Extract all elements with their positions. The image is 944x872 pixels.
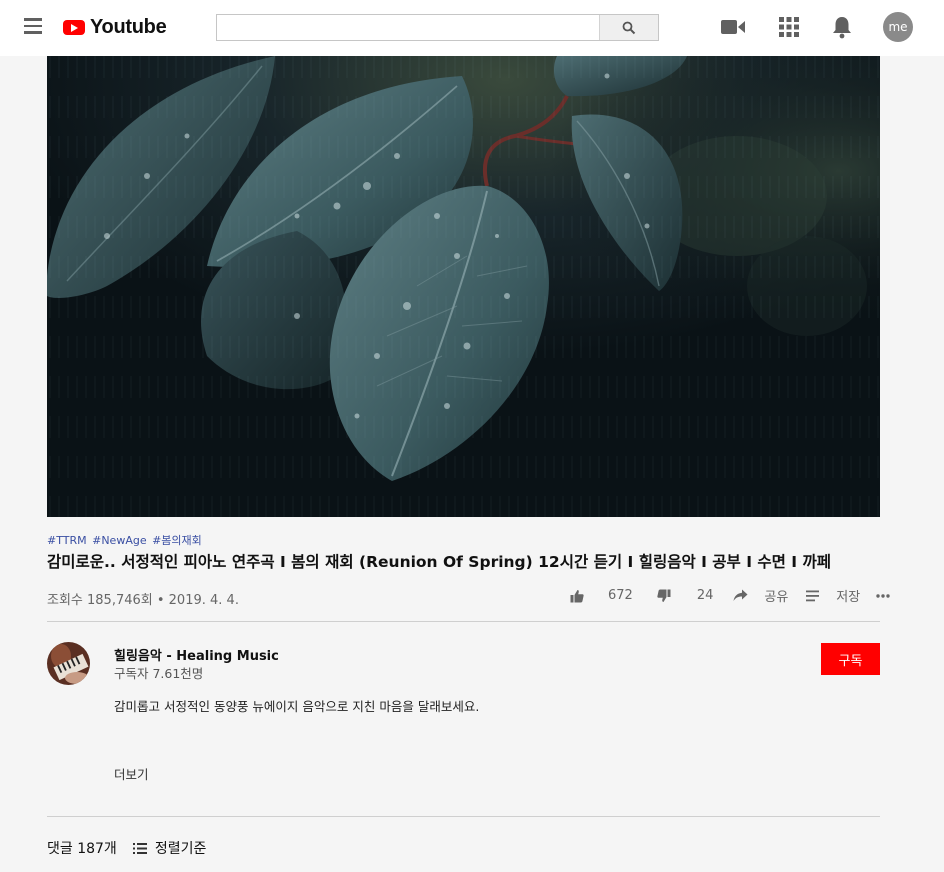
bell-icon[interactable] [829, 15, 855, 39]
like-button[interactable]: 672 [570, 588, 633, 603]
subscribe-label: 구독 [838, 653, 863, 669]
video-camera-icon[interactable] [720, 15, 746, 39]
search-input[interactable] [217, 15, 599, 40]
sort-comments-button[interactable]: 정렬기준 [132, 838, 207, 858]
save-label: 저장 [836, 590, 861, 605]
video-player[interactable] [47, 56, 880, 517]
sort-icon [132, 842, 147, 854]
logo-text: Youtube [90, 16, 167, 38]
show-more-button[interactable]: 더보기 [114, 764, 149, 783]
share-arrow-icon [733, 589, 748, 601]
info-divider [47, 621, 880, 622]
channel-name[interactable]: 힐링음악 - Healing Music [114, 645, 279, 664]
menu-icon[interactable] [24, 18, 42, 34]
video-description: 감미롭고 서정적인 동양풍 뉴에이지 음악으로 지친 마음을 달래보세요. [114, 699, 480, 714]
subscribe-button[interactable]: 구독 [821, 643, 880, 675]
save-button[interactable]: 저장 [806, 586, 860, 605]
hashtag-link[interactable]: #TTRM [47, 534, 87, 547]
dislike-button[interactable]: 24 [657, 588, 714, 603]
youtube-play-icon [63, 20, 85, 35]
dislike-count: 24 [696, 588, 714, 603]
search-bar [216, 14, 659, 41]
hashtag-list: #TTRM #NewAge #봄의재회 [47, 532, 204, 548]
video-thumbnail [47, 56, 880, 517]
sort-label: 정렬기준 [154, 841, 207, 857]
subscriber-count: 구독자 7.61천명 [114, 666, 204, 681]
video-meta: 조회수 185,746회 • 2019. 4. 4. [47, 593, 239, 608]
more-horizontal-icon [876, 593, 890, 598]
video-title: 감미로운.. 서정적인 피아노 연주곡 I 봄의 재회 (Reunion Of … [47, 553, 831, 571]
video-actions: 672 24 공유 저장 [570, 586, 902, 605]
share-label: 공유 [764, 590, 789, 605]
more-actions-button[interactable] [876, 593, 902, 598]
channel-avatar[interactable] [47, 642, 90, 685]
top-bar: Youtube me [0, 0, 944, 56]
thumbs-down-icon [657, 589, 671, 602]
youtube-logo[interactable]: Youtube [63, 16, 167, 39]
share-button[interactable]: 공유 [733, 586, 788, 605]
user-avatar[interactable]: me [883, 12, 913, 42]
search-button[interactable] [599, 15, 658, 40]
comments-header: 댓글 187개 정렬기준 [47, 838, 206, 858]
thumbs-up-icon [570, 589, 584, 602]
apps-grid-icon[interactable] [776, 15, 802, 39]
playlist-add-icon [806, 590, 820, 601]
hashtag-link[interactable]: #NewAge [92, 534, 146, 547]
search-icon [622, 21, 636, 34]
description-divider [47, 816, 880, 817]
hashtag-link[interactable]: #봄의재회 [152, 534, 202, 547]
avatar-initials: me [888, 20, 908, 34]
like-count: 672 [608, 588, 633, 603]
comment-count: 댓글 187개 [47, 841, 117, 857]
